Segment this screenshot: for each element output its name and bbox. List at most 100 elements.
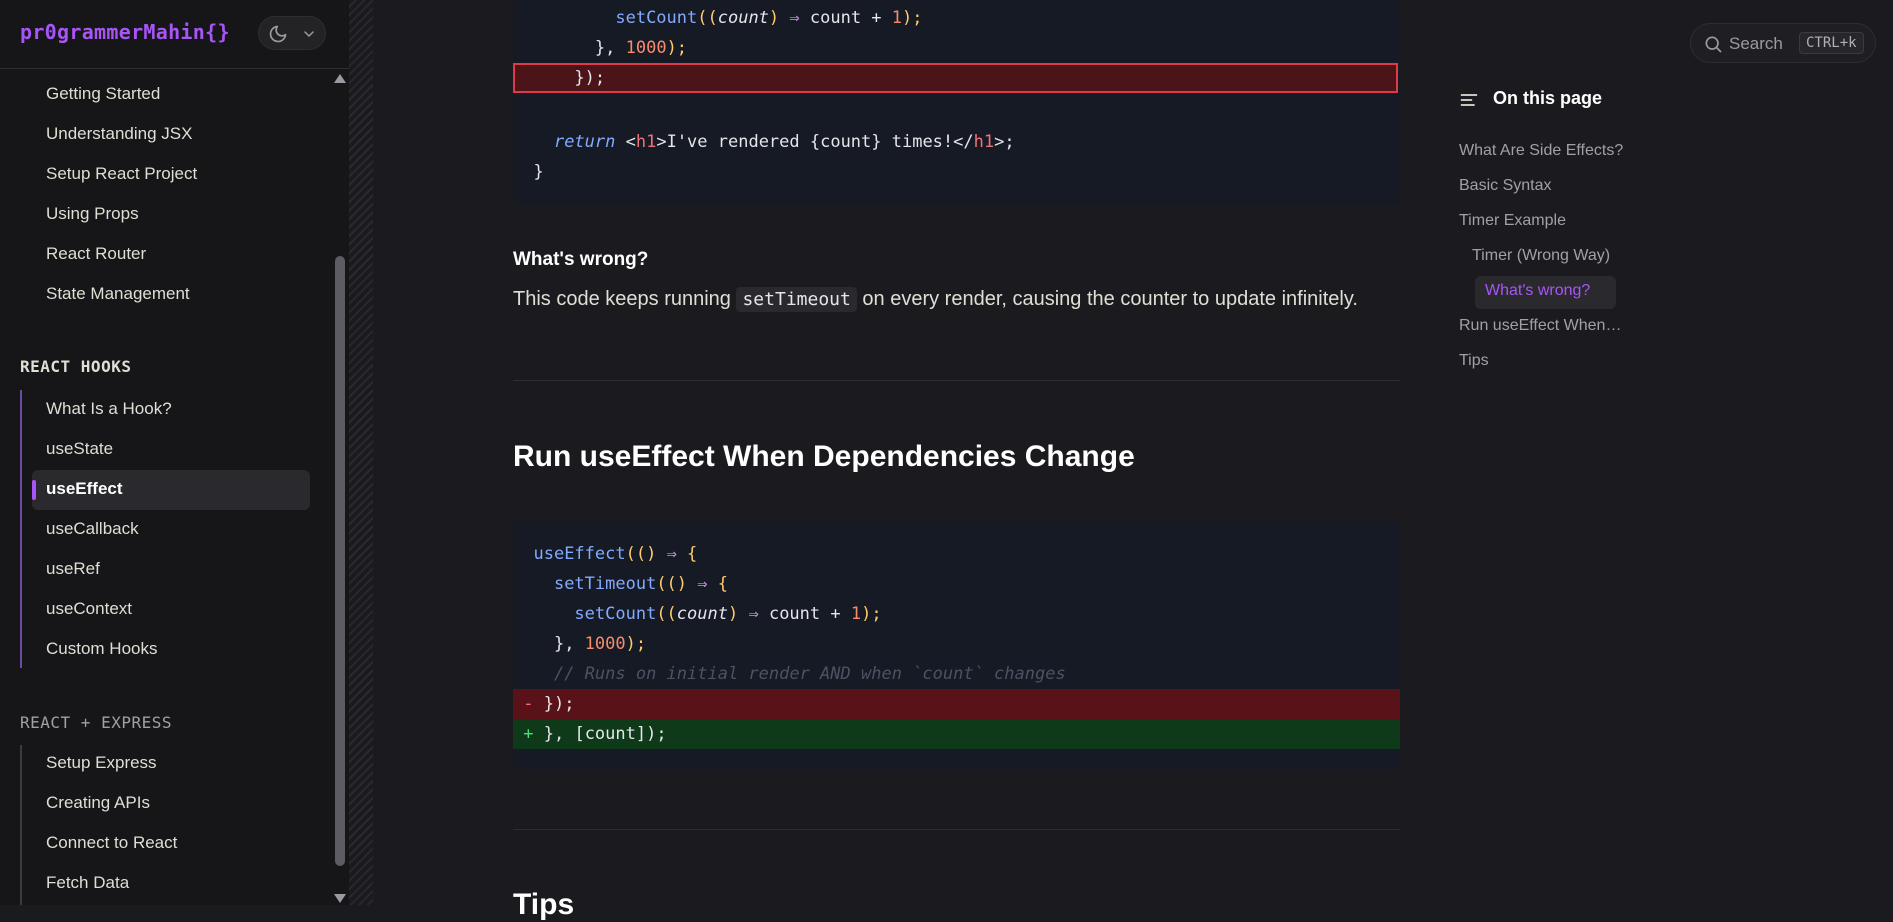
code-token: ⇒ bbox=[666, 544, 677, 564]
code-token: ) bbox=[768, 8, 780, 28]
hooks-group-line bbox=[20, 390, 22, 668]
code-token: 1 bbox=[850, 604, 862, 624]
code-token: }); bbox=[543, 694, 575, 714]
code-token: ); bbox=[861, 604, 882, 624]
code-token: 1 bbox=[891, 8, 903, 28]
list-icon bbox=[1460, 94, 1478, 106]
toc-item-side-effects[interactable]: What Are Side Effects? bbox=[1459, 142, 1623, 160]
code-token: ); bbox=[902, 8, 923, 28]
code-token: >I've rendered {count} times!</ bbox=[656, 132, 974, 152]
code-line: setTimeout(() ⇒ { bbox=[513, 569, 1400, 599]
code-token: setCount bbox=[615, 8, 698, 28]
heading-tips: Tips bbox=[513, 888, 575, 921]
code-token: >; bbox=[994, 132, 1015, 152]
paragraph-text: This code keeps running bbox=[513, 288, 737, 310]
divider bbox=[513, 829, 1400, 830]
diff-removed-line: - }); bbox=[513, 689, 1400, 719]
search-icon bbox=[1705, 36, 1722, 53]
code-token: { bbox=[707, 574, 728, 594]
code-line: return <h1>I've rendered {count} times!<… bbox=[513, 127, 1400, 157]
scroll-thumb[interactable] bbox=[335, 256, 345, 866]
code-token: }, bbox=[553, 634, 585, 654]
code-token: useEffect bbox=[533, 544, 626, 564]
toc-item-run-useeffect[interactable]: Run useEffect When… bbox=[1459, 317, 1621, 335]
inline-code: setTimeout bbox=[736, 287, 857, 312]
code-line: }); bbox=[513, 63, 1400, 93]
scroll-up-arrow-icon[interactable] bbox=[334, 74, 346, 83]
sidebar-item-useeffect[interactable]: useEffect bbox=[46, 479, 123, 499]
sidebar-item-usecallback[interactable]: useCallback bbox=[46, 519, 139, 539]
main-content: setCount((count) ⇒ count + 1); }, 1000);… bbox=[373, 0, 1440, 921]
code-line: } bbox=[513, 157, 1400, 187]
code-token: setCount bbox=[574, 604, 657, 624]
code-line: }, 1000); bbox=[513, 629, 1400, 659]
code-token: (( bbox=[656, 604, 677, 624]
toc-item-tips[interactable]: Tips bbox=[1459, 352, 1489, 370]
code-line: setCount((count) ⇒ count + 1); bbox=[513, 3, 1400, 33]
code-token: 1000 bbox=[625, 38, 667, 58]
code-token: } bbox=[533, 162, 544, 182]
sidebar-item-setup-react-project[interactable]: Setup React Project bbox=[46, 164, 197, 184]
code-token: h1 bbox=[635, 132, 657, 152]
code-token: (( bbox=[697, 8, 718, 28]
express-group-line bbox=[20, 745, 22, 905]
toc-item-timer-wrong-way[interactable]: Timer (Wrong Way) bbox=[1472, 247, 1610, 265]
sidebar-item-react-router[interactable]: React Router bbox=[46, 244, 146, 264]
theme-toggle-button[interactable] bbox=[258, 16, 326, 50]
code-token: ⇒ bbox=[697, 574, 708, 594]
code-token: ) bbox=[727, 604, 749, 624]
sidebar-item-useref[interactable]: useRef bbox=[46, 559, 100, 579]
code-token: ⇒ bbox=[748, 604, 759, 624]
code-token: return bbox=[553, 132, 616, 152]
code-block-dependencies: useEffect(() ⇒ { setTimeout(() ⇒ { setCo… bbox=[513, 521, 1400, 769]
diff-added-line: + }, [count]); bbox=[513, 719, 1400, 749]
code-token: ); bbox=[625, 634, 647, 654]
diff-minus-marker: - bbox=[523, 694, 534, 714]
code-comment: // Runs on initial render AND when `coun… bbox=[553, 664, 1066, 684]
paragraph-text: on every render, causing the counter to … bbox=[856, 288, 1358, 310]
code-token: (() bbox=[625, 544, 667, 564]
sidebar-item-fetch-data[interactable]: Fetch Data bbox=[46, 873, 129, 893]
sidebar-item-connect-to-react[interactable]: Connect to React bbox=[46, 833, 177, 853]
toc-item-whats-wrong[interactable]: What's wrong? bbox=[1485, 282, 1590, 300]
sidebar-header: pr0grammerMahin{} bbox=[0, 0, 349, 69]
site-logo[interactable]: pr0grammerMahin{} bbox=[20, 20, 230, 44]
code-token: (() bbox=[656, 574, 698, 594]
code-token: count bbox=[676, 604, 728, 624]
sidebar-item-state-management[interactable]: State Management bbox=[46, 284, 190, 304]
code-token: }); bbox=[574, 68, 606, 88]
toc-item-timer-example[interactable]: Timer Example bbox=[1459, 212, 1566, 230]
code-token: h1 bbox=[973, 132, 995, 152]
sidebar-item-usecontext[interactable]: useContext bbox=[46, 599, 132, 619]
sidebar-item-usestate[interactable]: useState bbox=[46, 439, 113, 459]
code-token: setTimeout bbox=[553, 574, 657, 594]
code-token: count + bbox=[809, 8, 892, 28]
code-line: // Runs on initial render AND when `coun… bbox=[513, 659, 1400, 689]
sidebar: pr0grammerMahin{} Getting Started Unders… bbox=[0, 0, 350, 905]
sidebar-item-setup-express[interactable]: Setup Express bbox=[46, 753, 157, 773]
toc-item-basic-syntax[interactable]: Basic Syntax bbox=[1459, 177, 1551, 195]
code-token: count bbox=[717, 8, 769, 28]
code-line: setCount((count) ⇒ count + 1); bbox=[513, 599, 1400, 629]
search-shortcut: CTRL+k bbox=[1799, 32, 1864, 54]
sidebar-item-what-is-a-hook[interactable]: What Is a Hook? bbox=[46, 399, 172, 419]
sidebar-item-getting-started[interactable]: Getting Started bbox=[46, 84, 160, 104]
sidebar-item-creating-apis[interactable]: Creating APIs bbox=[46, 793, 150, 813]
sidebar-section-react-express: REACT + EXPRESS bbox=[20, 713, 172, 732]
sidebar-scrollbar[interactable] bbox=[331, 68, 349, 905]
scroll-down-arrow-icon[interactable] bbox=[334, 894, 346, 903]
heading-run-useeffect: Run useEffect When Dependencies Change bbox=[513, 440, 1135, 473]
search-button[interactable]: Search CTRL+k bbox=[1690, 23, 1876, 63]
search-label: Search bbox=[1729, 34, 1783, 53]
moon-icon bbox=[269, 25, 287, 43]
toc-title: On this page bbox=[1493, 88, 1603, 108]
sidebar-item-custom-hooks[interactable]: Custom Hooks bbox=[46, 639, 157, 659]
sidebar-item-understanding-jsx[interactable]: Understanding JSX bbox=[46, 124, 192, 144]
chevron-down-icon bbox=[304, 31, 314, 37]
code-token: { bbox=[676, 544, 698, 564]
divider bbox=[513, 380, 1400, 381]
sidebar-section-react-hooks: REACT HOOKS bbox=[20, 357, 132, 376]
code-token: 1000 bbox=[584, 634, 626, 654]
code-line: }, 1000); bbox=[513, 33, 1400, 63]
sidebar-item-using-props[interactable]: Using Props bbox=[46, 204, 139, 224]
